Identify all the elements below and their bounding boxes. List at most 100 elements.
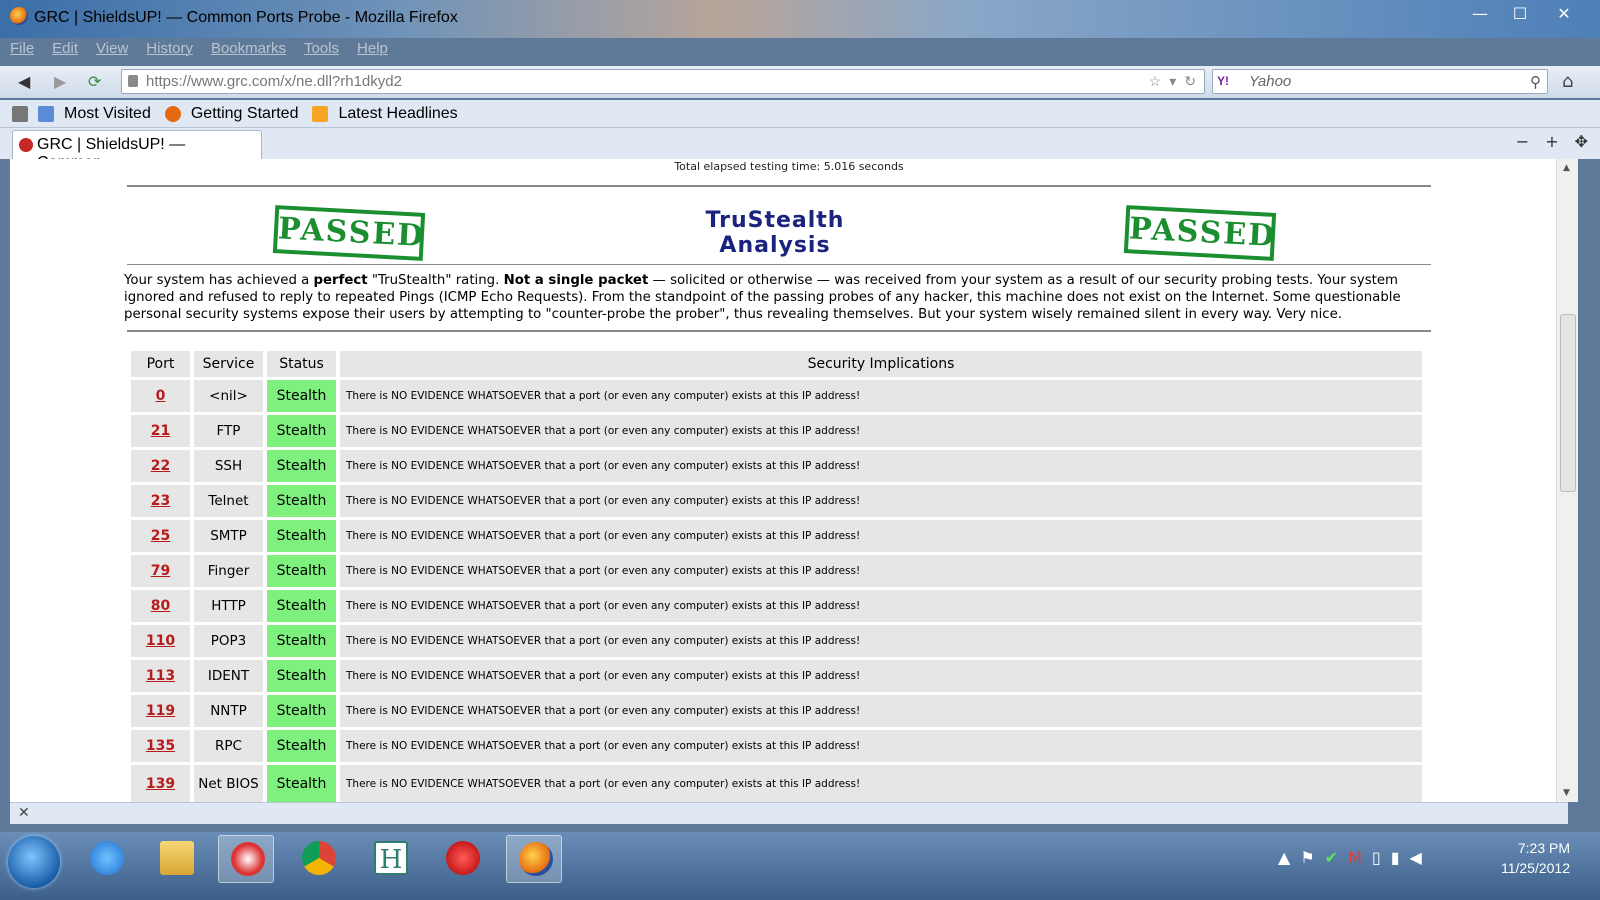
port-link[interactable]: 22 bbox=[151, 458, 170, 474]
zoom-out-icon[interactable]: − bbox=[1516, 132, 1529, 151]
port-link[interactable]: 113 bbox=[146, 668, 175, 684]
port-link[interactable]: 80 bbox=[151, 598, 170, 614]
scroll-thumb[interactable] bbox=[1560, 314, 1576, 492]
network-signal-icon[interactable]: ▮ bbox=[1391, 848, 1400, 867]
header-service: Service bbox=[194, 351, 263, 377]
implication-cell: There is NO EVIDENCE WHATSOEVER that a p… bbox=[340, 765, 1422, 802]
port-link[interactable]: 23 bbox=[151, 493, 170, 509]
table-row: 25 SMTP Stealth There is NO EVIDENCE WHATSO… bbox=[131, 520, 1422, 552]
minimize-button[interactable]: — bbox=[1462, 4, 1498, 26]
implication-cell: There is NO EVIDENCE WHATSOEVER that a p… bbox=[340, 625, 1422, 657]
navigation-bar: ◀ ▶ ⟳ https://www.grc.com/x/ne.dll?rh1dk… bbox=[0, 66, 1600, 98]
status-badge: Stealth bbox=[267, 555, 336, 587]
show-hidden-icons-icon[interactable]: ▲ bbox=[1278, 848, 1290, 867]
back-arrow-icon[interactable]: ◀ bbox=[18, 72, 30, 91]
vertical-scrollbar[interactable]: ▲ ▼ bbox=[1556, 159, 1578, 802]
menu-help[interactable]: Help bbox=[357, 40, 388, 64]
service-cell: RPC bbox=[194, 730, 263, 762]
service-cell: Telnet bbox=[194, 485, 263, 517]
move-icon[interactable]: ✥ bbox=[1575, 132, 1588, 151]
menu-edit[interactable]: Edit bbox=[52, 40, 78, 64]
grc-favicon-icon bbox=[19, 138, 33, 152]
port-cell: 110 bbox=[131, 625, 190, 657]
bookmark-page-icon[interactable] bbox=[38, 105, 54, 122]
implication-cell: There is NO EVIDENCE WHATSOEVER that a p… bbox=[340, 695, 1422, 727]
status-badge: Stealth bbox=[267, 485, 336, 517]
port-link[interactable]: 119 bbox=[146, 703, 175, 719]
status-badge: Stealth bbox=[267, 660, 336, 692]
table-row: 22 SSH Stealth There is NO EVIDENCE WHATSOE… bbox=[131, 450, 1422, 482]
port-link[interactable]: 139 bbox=[146, 776, 175, 792]
menu-tools[interactable]: Tools bbox=[304, 40, 339, 64]
implication-cell: There is NO EVIDENCE WHATSOEVER that a p… bbox=[340, 450, 1422, 482]
reload-icon[interactable]: ↻ bbox=[1184, 70, 1196, 93]
port-link[interactable]: 79 bbox=[151, 563, 170, 579]
divider bbox=[127, 330, 1431, 332]
menu-history[interactable]: History bbox=[146, 40, 193, 64]
menu-bookmarks[interactable]: Bookmarks bbox=[211, 40, 286, 64]
volume-icon[interactable]: ◀ bbox=[1410, 848, 1422, 867]
bookmark-latest-headlines[interactable]: Latest Headlines bbox=[338, 105, 457, 123]
scroll-down-icon[interactable]: ▼ bbox=[1563, 788, 1570, 798]
tab-grc-shieldsup[interactable]: GRC | ShieldsUP! — Common... bbox=[12, 130, 262, 171]
dropdown-icon[interactable]: ▾ bbox=[1169, 70, 1176, 93]
header-port: Port bbox=[131, 351, 190, 377]
action-center-flag-icon[interactable]: ⚑ bbox=[1300, 848, 1314, 867]
port-link[interactable]: 25 bbox=[151, 528, 170, 544]
print-icon[interactable] bbox=[12, 105, 28, 122]
yahoo-icon[interactable]: Y! bbox=[1217, 73, 1245, 90]
clock-time: 7:23 PM bbox=[1517, 840, 1570, 856]
internet-explorer-icon[interactable] bbox=[78, 835, 134, 883]
device-icon[interactable]: ▯ bbox=[1372, 848, 1381, 867]
summary-text: Your system has achieved a bbox=[124, 273, 314, 288]
file-explorer-icon[interactable] bbox=[148, 835, 204, 883]
snipping-tool-icon[interactable] bbox=[218, 835, 274, 883]
scroll-up-icon[interactable]: ▲ bbox=[1563, 163, 1570, 173]
table-header-row: Port Service Status Security Implication… bbox=[131, 351, 1422, 377]
tab-tools: − + ✥ bbox=[1516, 132, 1588, 151]
port-cell: 119 bbox=[131, 695, 190, 727]
implication-cell: There is NO EVIDENCE WHATSOEVER that a p… bbox=[340, 730, 1422, 762]
port-link[interactable]: 0 bbox=[156, 388, 166, 404]
menu-view[interactable]: View bbox=[96, 40, 128, 64]
search-bar[interactable]: Y! Yahoo ⚲ bbox=[1212, 69, 1548, 94]
status-badge: Stealth bbox=[267, 380, 336, 412]
pokerstars-icon[interactable] bbox=[434, 835, 490, 883]
summary-bold: Not a single packet bbox=[503, 273, 649, 288]
close-icon[interactable]: ✕ bbox=[18, 805, 30, 821]
h-app-icon[interactable]: H bbox=[362, 835, 418, 883]
close-button[interactable]: ✕ bbox=[1542, 4, 1586, 26]
url-bar[interactable]: https://www.grc.com/x/ne.dll?rh1dkyd2 ☆ … bbox=[121, 69, 1205, 94]
star-icon[interactable]: ☆ bbox=[1149, 70, 1162, 93]
forward-arrow-icon[interactable]: ▶ bbox=[54, 72, 66, 91]
status-badge: Stealth bbox=[267, 695, 336, 727]
home-icon[interactable]: ⌂ bbox=[1562, 71, 1573, 92]
chrome-icon[interactable] bbox=[290, 835, 346, 883]
port-link[interactable]: 110 bbox=[146, 633, 175, 649]
maximize-button[interactable]: ☐ bbox=[1502, 4, 1538, 26]
search-placeholder: Yahoo bbox=[1249, 73, 1292, 90]
port-link[interactable]: 135 bbox=[146, 738, 175, 754]
ports-table-body: 0 <nil> Stealth There is NO EVIDENCE WHATSO… bbox=[131, 380, 1422, 802]
zoom-in-icon[interactable]: + bbox=[1545, 132, 1558, 151]
port-cell: 25 bbox=[131, 520, 190, 552]
menu-file[interactable]: File bbox=[10, 40, 34, 64]
taskbar-clock[interactable]: 7:23 PM 11/25/2012 bbox=[1501, 838, 1570, 878]
table-row: 79 Finger Stealth There is NO EVIDENCE WHAT… bbox=[131, 555, 1422, 587]
green-check-icon[interactable]: ✔ bbox=[1325, 848, 1338, 867]
port-link[interactable]: 21 bbox=[151, 423, 170, 439]
trustealth-line1: TruStealth bbox=[705, 208, 845, 233]
service-cell: SSH bbox=[194, 450, 263, 482]
start-orb-icon[interactable] bbox=[8, 836, 60, 888]
sync-icon[interactable]: ⟳ bbox=[88, 72, 101, 91]
bookmark-most-visited[interactable]: Most Visited bbox=[64, 105, 151, 123]
m-app-icon[interactable]: M bbox=[1348, 848, 1362, 867]
search-icon[interactable]: ⚲ bbox=[1530, 71, 1541, 94]
firefox-taskbar-icon[interactable] bbox=[506, 835, 562, 883]
implication-cell: There is NO EVIDENCE WHATSOEVER that a p… bbox=[340, 660, 1422, 692]
implication-cell: There is NO EVIDENCE WHATSOEVER that a p… bbox=[340, 415, 1422, 447]
service-cell: Net BIOS bbox=[194, 765, 263, 802]
summary-bold: perfect bbox=[313, 273, 368, 288]
bookmark-getting-started[interactable]: Getting Started bbox=[191, 105, 299, 123]
status-bar: ✕ bbox=[10, 802, 1568, 824]
